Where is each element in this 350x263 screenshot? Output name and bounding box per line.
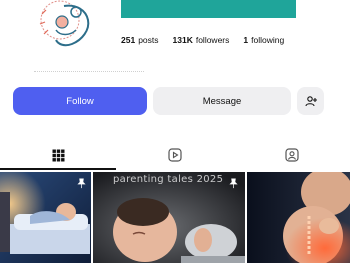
grid-icon bbox=[52, 149, 64, 161]
follow-button[interactable]: Follow bbox=[13, 87, 147, 115]
bio-line bbox=[34, 71, 144, 76]
post-overlay-text: parenting tales 2025 bbox=[113, 174, 224, 185]
profile-header-banner bbox=[121, 0, 296, 18]
post-thumbnail[interactable] bbox=[0, 172, 91, 263]
profile-avatar-logo[interactable] bbox=[36, 0, 100, 52]
tab-tagged[interactable] bbox=[234, 140, 350, 170]
tab-posts-grid[interactable] bbox=[0, 140, 116, 170]
newborn-baby-image bbox=[93, 172, 245, 263]
mother-baby-logo-icon bbox=[39, 0, 90, 47]
followers-count[interactable]: 131K followers bbox=[173, 35, 230, 45]
profile-tabs bbox=[0, 140, 350, 170]
add-person-icon bbox=[304, 96, 317, 107]
tagged-icon bbox=[285, 148, 299, 162]
reels-icon bbox=[168, 148, 182, 162]
post-thumbnail[interactable] bbox=[247, 172, 350, 263]
suggest-user-button[interactable] bbox=[297, 87, 324, 115]
baby-xray-spine-image bbox=[247, 172, 350, 263]
message-button[interactable]: Message bbox=[153, 87, 291, 115]
post-thumbnail[interactable]: parenting tales 2025 bbox=[93, 172, 245, 263]
following-count[interactable]: 1 following bbox=[243, 35, 284, 45]
posts-count[interactable]: 251 posts bbox=[121, 35, 159, 45]
pin-icon bbox=[77, 178, 86, 189]
tab-reels[interactable] bbox=[117, 140, 233, 170]
posts-grid: parenting tales 2025 bbox=[0, 172, 350, 263]
pin-icon bbox=[229, 178, 238, 189]
profile-stats: 251 posts 131K followers 1 following bbox=[121, 35, 284, 45]
